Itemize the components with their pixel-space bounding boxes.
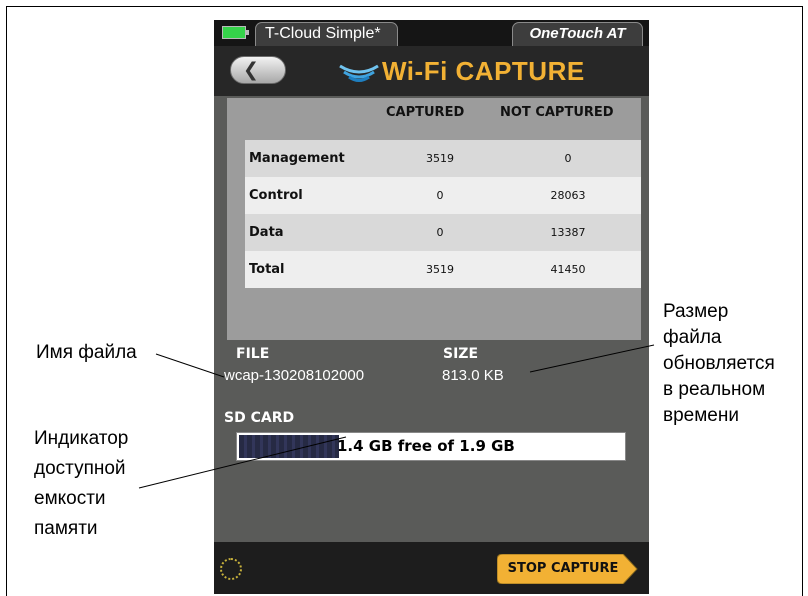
file-name-leader: [155, 353, 225, 378]
annotation-size: Размер файла обновляется в реальном врем…: [663, 299, 775, 429]
annotation-size-line: файла: [663, 327, 722, 348]
annotation-size-line: времени: [663, 405, 739, 426]
annotation-sd-line: Индикатор: [34, 428, 129, 449]
annotation-sd-card: Индикатор доступной емкости памяти: [34, 424, 128, 544]
annotation-size-line: Размер: [663, 301, 729, 322]
annotation-sd-line: емкости: [34, 488, 106, 509]
annotation-file-name: Имя файла: [36, 342, 137, 363]
size-leader: [529, 344, 655, 373]
annotation-size-line: обновляется: [663, 353, 775, 374]
annotation-size-line: в реальном: [663, 379, 766, 400]
annotation-sd-line: памяти: [34, 518, 98, 539]
sd-card-leader: [138, 436, 347, 489]
annotation-sd-line: доступной: [34, 458, 126, 479]
